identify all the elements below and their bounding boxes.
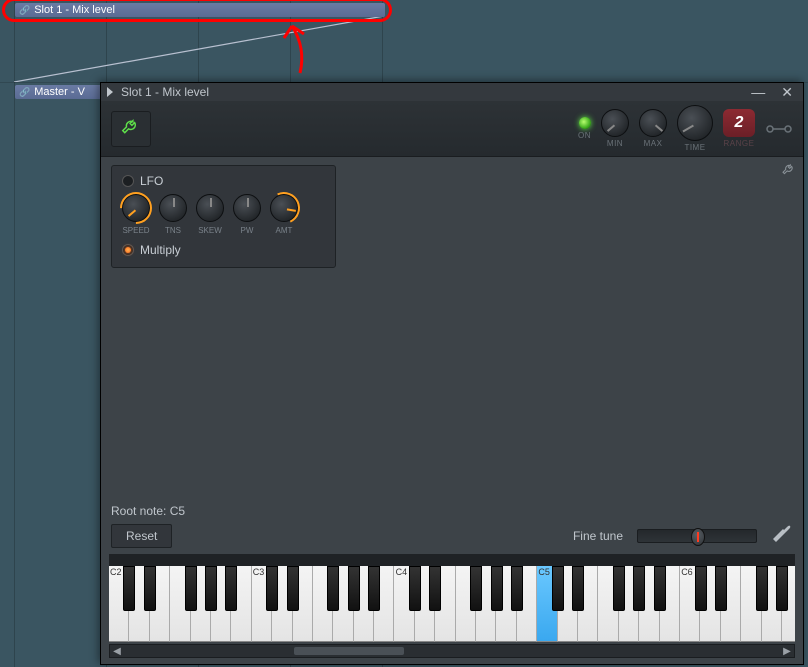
black-key[interactable]: [695, 566, 707, 611]
black-key[interactable]: [225, 566, 237, 611]
led-on-icon: [579, 117, 591, 129]
lfo-title: LFO: [140, 174, 163, 188]
scroll-track[interactable]: [124, 645, 780, 657]
root-note-label: Root note: C5: [101, 500, 803, 524]
skew-knob[interactable]: SKEW: [196, 194, 224, 235]
tns-knob[interactable]: TNS: [159, 194, 187, 235]
keyboard[interactable]: C2C3C4C5C6C7C8: [109, 554, 795, 642]
range-link-icon[interactable]: [765, 117, 793, 141]
wrench-icon: [781, 163, 797, 179]
black-key[interactable]: [715, 566, 727, 611]
scroll-thumb[interactable]: [294, 647, 404, 655]
brush-icon[interactable]: [771, 525, 793, 548]
black-key[interactable]: [144, 566, 156, 611]
panel-content: LFO SPEED TNS SKEW PW: [101, 157, 803, 500]
scroll-left-arrow[interactable]: ◀: [110, 646, 124, 657]
black-key[interactable]: [409, 566, 421, 611]
slider-thumb[interactable]: [691, 528, 705, 546]
black-key[interactable]: [552, 566, 564, 611]
black-key[interactable]: [368, 566, 380, 611]
link-icon: 🔗: [19, 5, 30, 16]
octave-label: C5: [538, 567, 550, 577]
on-toggle[interactable]: ON: [578, 117, 591, 140]
black-key[interactable]: [511, 566, 523, 611]
link-icon: 🔗: [19, 87, 30, 98]
panel-titlebar[interactable]: Slot 1 - Mix level — ✕: [101, 83, 803, 101]
panel-toolbar: ON MIN MAX TIME 2 RANGE: [101, 101, 803, 157]
black-key[interactable]: [266, 566, 278, 611]
black-key[interactable]: [287, 566, 299, 611]
wrench-icon: [120, 118, 142, 140]
black-key[interactable]: [327, 566, 339, 611]
finetune-label: Fine tune: [573, 529, 623, 543]
lane-title-label: Slot 1 - Mix level: [34, 4, 115, 16]
mini-settings-button[interactable]: [781, 163, 797, 184]
lfo-enable-radio[interactable]: [122, 175, 134, 187]
black-key[interactable]: [613, 566, 625, 611]
settings-button[interactable]: [111, 111, 151, 147]
lane-title-label: Master - V: [34, 86, 85, 98]
close-button[interactable]: ✕: [777, 84, 797, 101]
min-knob[interactable]: MIN: [601, 109, 629, 148]
black-key[interactable]: [429, 566, 441, 611]
lane-title-slot1[interactable]: 🔗 Slot 1 - Mix level: [15, 3, 385, 17]
black-key[interactable]: [348, 566, 360, 611]
reset-button[interactable]: Reset: [111, 524, 172, 548]
footer-controls: Reset Fine tune: [101, 524, 803, 554]
octave-label: C6: [681, 567, 693, 577]
black-key[interactable]: [123, 566, 135, 611]
lfo-section: LFO SPEED TNS SKEW PW: [111, 165, 336, 268]
multiply-label: Multiply: [140, 243, 181, 257]
automation-properties-panel: Slot 1 - Mix level — ✕ ON MIN MAX TIME: [100, 82, 804, 665]
keyboard-scrollbar[interactable]: ◀ ▶: [109, 644, 795, 658]
automation-envelope: [14, 16, 384, 82]
scroll-right-arrow[interactable]: ▶: [780, 646, 794, 657]
panel-title-label: Slot 1 - Mix level: [121, 85, 209, 99]
black-key[interactable]: [185, 566, 197, 611]
black-key[interactable]: [205, 566, 217, 611]
black-key[interactable]: [470, 566, 482, 611]
octave-label: C4: [396, 567, 408, 577]
black-key[interactable]: [776, 566, 788, 611]
minimize-button[interactable]: —: [747, 84, 769, 100]
time-knob[interactable]: TIME: [677, 105, 713, 152]
collapse-triangle-icon[interactable]: [107, 87, 113, 97]
black-key[interactable]: [491, 566, 503, 611]
time-value: 2: [723, 109, 755, 137]
black-key[interactable]: [572, 566, 584, 611]
multiply-radio[interactable]: [122, 244, 134, 256]
pw-knob[interactable]: PW: [233, 194, 261, 235]
black-key[interactable]: [756, 566, 768, 611]
black-key[interactable]: [654, 566, 666, 611]
speed-knob[interactable]: SPEED: [122, 194, 150, 235]
octave-label: C3: [253, 567, 265, 577]
max-knob[interactable]: MAX: [639, 109, 667, 148]
amt-knob[interactable]: AMT: [270, 194, 298, 235]
time-value-bubble[interactable]: 2 RANGE: [723, 109, 755, 148]
octave-label: C2: [110, 567, 122, 577]
black-key[interactable]: [633, 566, 645, 611]
finetune-slider[interactable]: [637, 529, 757, 543]
